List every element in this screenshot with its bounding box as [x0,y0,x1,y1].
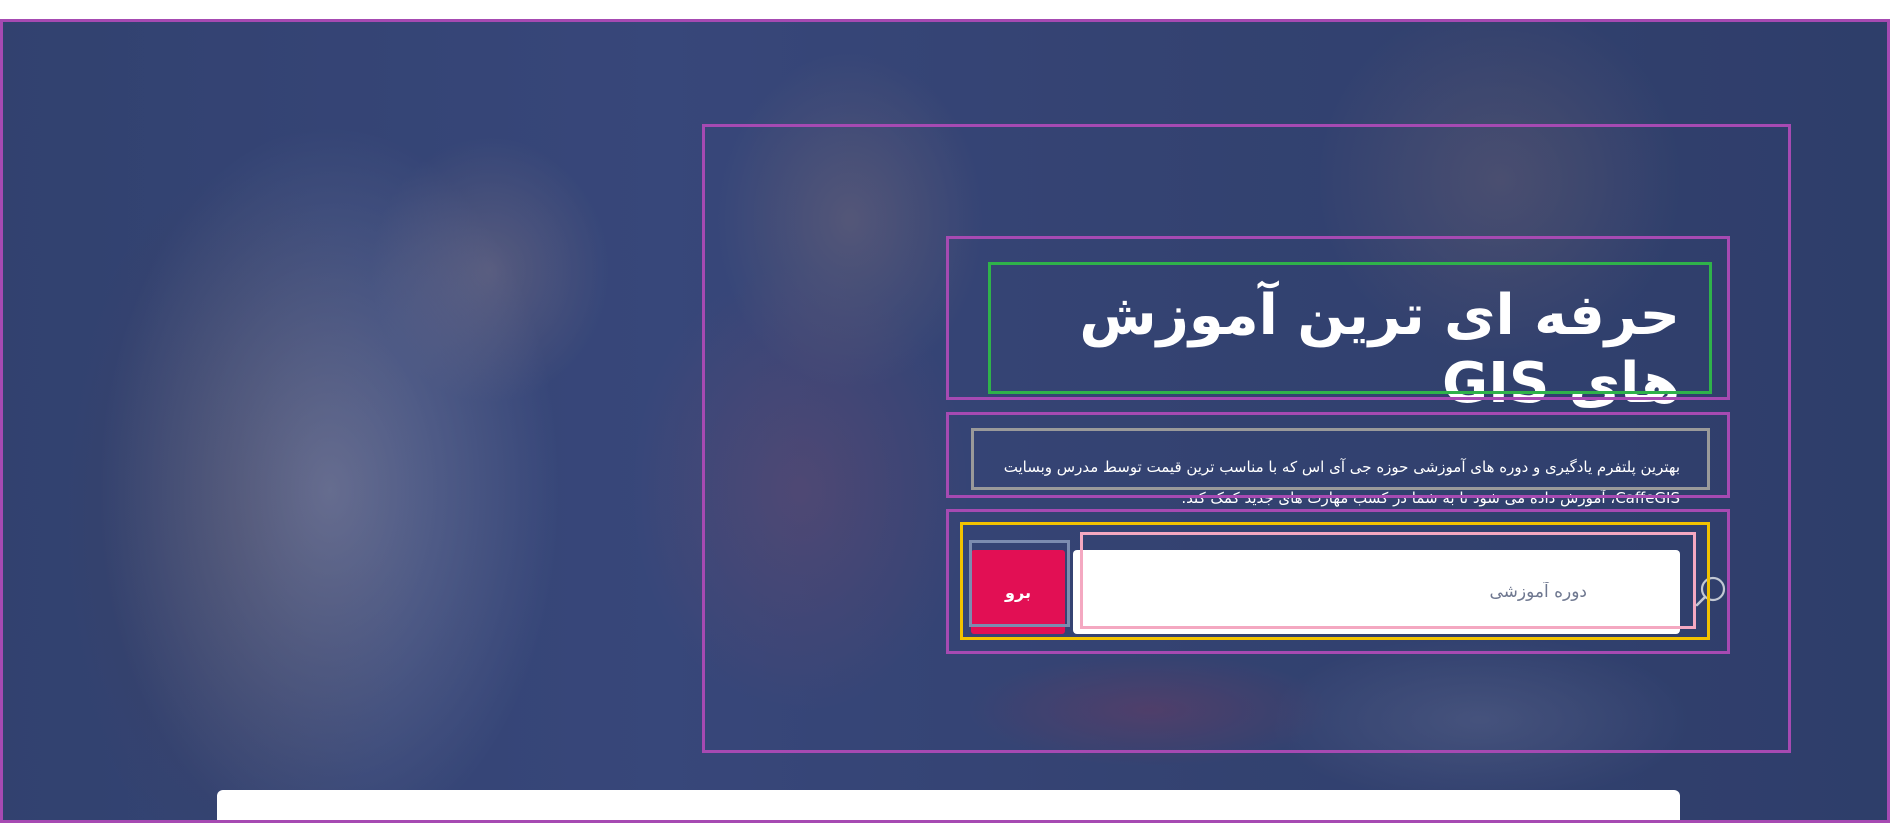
hero-background-overlay [0,20,1888,822]
go-button[interactable]: برو [971,550,1065,634]
hero-heading: حرفه ای ترین آموزش های GIS [1079,283,1680,416]
hero-description: بهترین پلتفرم یادگیری و دوره های آموزشی … [1003,458,1680,507]
search-box [1073,550,1726,634]
content-card [217,790,1680,838]
course-search-form: برو [971,550,1726,634]
search-input[interactable] [1087,550,1587,634]
hero-section: حرفه ای ترین آموزش های GIS بهترین پلتفرم… [0,20,1888,822]
search-icon [1691,572,1731,612]
